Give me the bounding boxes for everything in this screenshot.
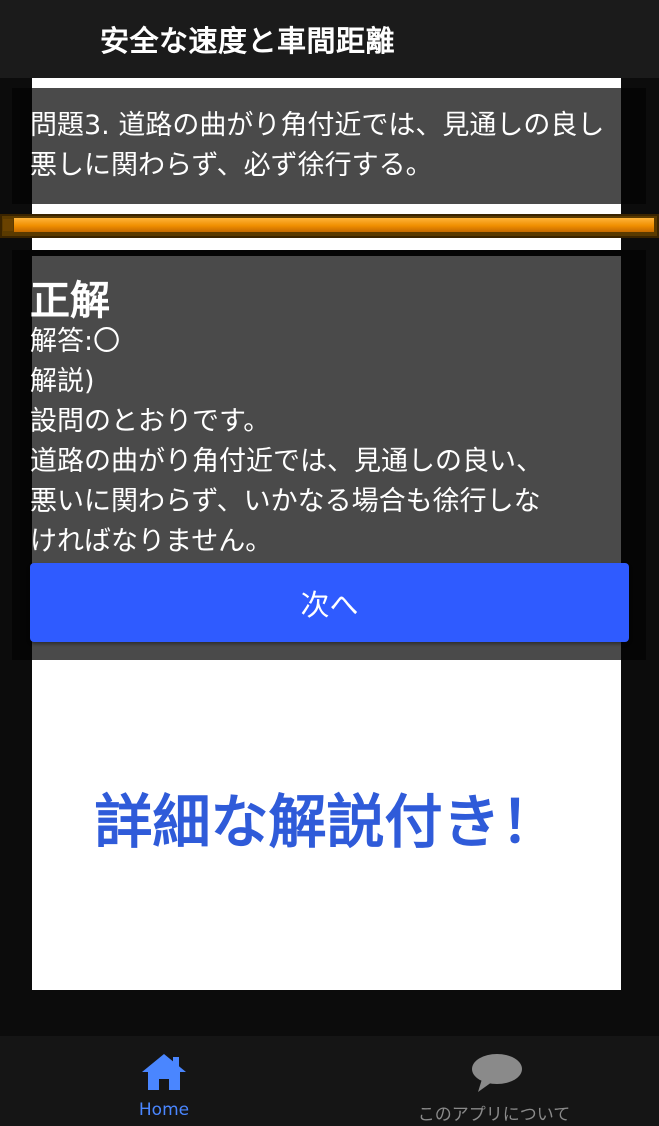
answer-result-heading: 正解	[30, 278, 110, 324]
home-icon	[140, 1052, 188, 1096]
question-text: 問題3. 道路の曲がり角付近では、見通しの良し悪しに関わらず、必ず徐行する。	[30, 110, 605, 181]
answer-line: 悪いに関わらず、いかなる場合も徐行しな	[30, 486, 541, 517]
chat-bubble-icon	[470, 1052, 524, 1098]
answer-line: 道路の曲がり角付近では、見通しの良い、	[30, 446, 543, 477]
progress-bar-fill	[14, 218, 654, 232]
progress-bar-start	[3, 219, 13, 231]
answer-line: ければなりません。	[30, 526, 273, 557]
answer-line: 設問のとおりです。	[30, 406, 271, 437]
nav-about-label: このアプリについて	[417, 1105, 571, 1125]
nav-about[interactable]: このアプリについて	[394, 1036, 594, 1126]
promo-banner-text: 詳細な解説付き！	[94, 788, 559, 856]
answer-line: 解答:〇	[30, 326, 121, 357]
next-button[interactable]: 次へ	[30, 563, 629, 642]
nav-home[interactable]: Home	[64, 1036, 264, 1126]
title-bar: 安全な速度と車間距離	[0, 0, 659, 78]
nav-home-label: Home	[138, 1100, 190, 1120]
answer-explanation: 解答:〇 解説) 設問のとおりです。 道路の曲がり角付近では、見通しの良い、 悪…	[30, 322, 630, 562]
answer-line: 解説)	[30, 366, 95, 397]
app-title: 安全な速度と車間距離	[100, 24, 396, 58]
